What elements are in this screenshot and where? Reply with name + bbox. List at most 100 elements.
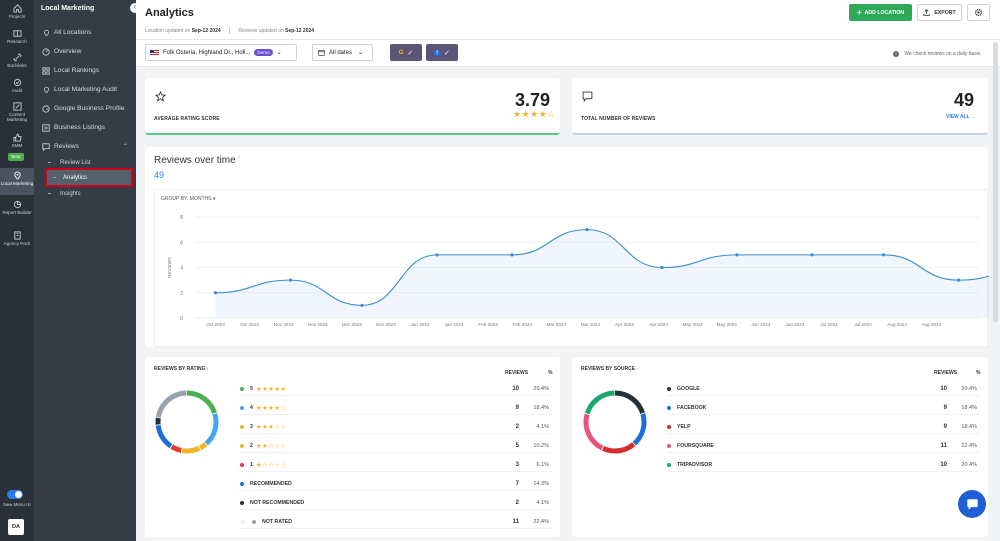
rail-item-smm[interactable]: SMM xyxy=(0,133,34,151)
data-point[interactable] xyxy=(660,265,664,270)
date-range-select[interactable]: All dates ⌄ xyxy=(312,44,373,61)
sidebar-item-local-marketing-audit[interactable]: Local Marketing Audit xyxy=(42,83,134,96)
source-count: 11 xyxy=(940,443,947,449)
y-tick-label: 4 xyxy=(180,266,183,272)
sidebar-item-label: Local Marketing Audit xyxy=(54,86,118,93)
reviews-line-chart: 0 2 4 6 8 REVIEWS Oct 2023 Oct 2023 Nov 2023 Nov … xyxy=(167,215,989,327)
rating-label: 5 xyxy=(250,386,253,392)
data-point[interactable] xyxy=(585,228,589,232)
x-tick-label: Jan 2024 xyxy=(411,322,430,327)
new-menu-toggle[interactable] xyxy=(7,490,23,499)
rating-row: NOT RECOMMENDED 2 4.1% xyxy=(240,497,552,510)
sidebar-subitem-label: Insights xyxy=(60,190,81,197)
legend-dot xyxy=(240,425,244,429)
source-label: FACEBOOK xyxy=(677,405,707,411)
source-row: FOURSQUARE 11 22.4% xyxy=(667,440,980,453)
chart-total-count: 49 xyxy=(154,170,165,180)
rating-label: RECOMMENDED xyxy=(250,481,292,487)
sidebar-item-business-listings[interactable]: Business Listings xyxy=(42,121,134,134)
chat-button[interactable] xyxy=(958,490,986,518)
y-tick-label: 2 xyxy=(180,291,183,297)
location-select[interactable]: Folk Osteria, Highland Dr., Holl... Demo… xyxy=(145,44,297,61)
rail-item-backlinks[interactable]: Backlinks xyxy=(0,53,34,73)
series-area xyxy=(215,229,989,318)
average-rating-stars: ★★★★☆ xyxy=(513,109,556,119)
rail-item-research[interactable]: Research xyxy=(0,29,34,49)
rail-item-report-builder[interactable]: Report Builder xyxy=(0,200,34,226)
main-content: Analytics Location updated on Sep-12 202… xyxy=(136,0,1000,541)
sidebar-item-all-locations[interactable]: All Locations xyxy=(42,26,134,39)
sidebar-item-label: Local Rankings xyxy=(54,67,100,74)
legend-dot xyxy=(240,501,244,505)
sidebar-item-google-business-profile[interactable]: Google Business Profile xyxy=(42,102,134,115)
rating-label: 3 xyxy=(250,424,253,430)
reviews-updated-label: Reviews updated on xyxy=(238,27,284,34)
chevron-down-icon: ⌄ xyxy=(358,50,364,56)
data-point[interactable] xyxy=(810,253,814,257)
export-button[interactable]: EXPORT xyxy=(917,4,962,21)
rating-count: 3 xyxy=(515,462,519,468)
sidebar-subitem-label: Review List xyxy=(60,159,91,166)
gauge-icon xyxy=(42,47,50,56)
sidebar-subitem-analytics[interactable]: Analytics xyxy=(45,168,133,187)
calendar-icon xyxy=(318,50,325,56)
x-tick-label: Aug 2024 xyxy=(921,322,941,327)
sidebar-item-label: Business Listings xyxy=(54,124,105,131)
data-point[interactable] xyxy=(213,291,218,295)
rating-row: RECOMMENDED 7 14.3% xyxy=(240,478,552,491)
data-point[interactable] xyxy=(288,278,293,282)
rail-label: Local Marketing xyxy=(0,181,34,186)
google-source-filter[interactable]: G ✓ xyxy=(390,44,422,61)
chevron-down-icon: ⌄ xyxy=(276,50,282,56)
rail-item-projects[interactable]: Projects xyxy=(0,4,34,24)
x-tick-label: Jun 2024 xyxy=(751,322,770,327)
star-outline-icon: ☆ xyxy=(240,519,247,526)
source-label: TRIPADVISOR xyxy=(677,462,713,468)
view-all-link[interactable]: VIEW ALL → xyxy=(946,114,976,120)
sidebar-item-reviews[interactable]: Reviews ⌃ xyxy=(42,140,134,153)
rail-item-content-marketing[interactable]: Content Marketing xyxy=(0,102,34,128)
legend-dot xyxy=(240,463,244,467)
facebook-source-filter[interactable]: f ✓ xyxy=(426,44,458,61)
data-point[interactable] xyxy=(510,253,514,257)
source-card-title: REVIEWS BY SOURCE i xyxy=(581,366,638,372)
sidebar-item-local-rankings[interactable]: Local Rankings xyxy=(42,64,134,77)
star-rating-icon: ★★★★☆ xyxy=(255,405,287,412)
bullet-icon xyxy=(53,177,56,178)
rail-item-audit[interactable]: Audit xyxy=(0,78,34,98)
secondary-sidebar: Local Marketing ‹ All Locations Overview… xyxy=(34,0,140,541)
data-point[interactable] xyxy=(956,278,961,282)
add-location-button[interactable]: + ADD LOCATION xyxy=(849,4,912,21)
data-point[interactable] xyxy=(735,253,739,257)
bullet-icon xyxy=(48,162,51,163)
source-donut-chart xyxy=(583,390,647,454)
settings-button[interactable] xyxy=(967,4,990,21)
reviews-over-time-card: Reviews over time i 49 GROUP BY: MONTHS … xyxy=(145,147,989,347)
divider xyxy=(229,27,231,34)
source-pct: 20.4% xyxy=(961,386,977,392)
rail-item-local-marketing[interactable]: Local Marketing xyxy=(0,168,34,195)
rail-label: Research xyxy=(7,39,27,44)
data-point[interactable] xyxy=(360,303,364,307)
rail-label: Audit xyxy=(11,88,23,93)
sidebar-item-overview[interactable]: Overview xyxy=(42,45,134,58)
x-tick-label: Jul 2024 xyxy=(854,322,872,327)
grid-icon xyxy=(42,66,50,75)
rail-label: Report Builder xyxy=(2,210,32,215)
edit-icon xyxy=(12,102,22,111)
update-info: Location updated on Sep-12 2024 Reviews … xyxy=(145,27,314,34)
rating-row: 4 ★★★★☆ 9 18.4% xyxy=(240,402,552,415)
beta-badge: Beta xyxy=(8,153,24,161)
x-tick-label: Feb 2024 xyxy=(478,322,498,327)
add-location-label: ADD LOCATION xyxy=(864,9,905,16)
page-scrollbar[interactable] xyxy=(993,42,998,322)
rating-count: 2 xyxy=(515,424,519,430)
avatar[interactable]: DA xyxy=(8,519,24,535)
rating-pct: 18.4% xyxy=(533,405,549,411)
source-pct: 20.4% xyxy=(961,462,977,468)
data-point[interactable] xyxy=(435,253,439,257)
rail-item-agency-pack[interactable]: Agency Pack xyxy=(0,231,34,257)
export-label: EXPORT xyxy=(934,9,956,16)
data-point[interactable] xyxy=(881,253,886,257)
rating-row: 3 ★★★☆☆ 2 4.1% xyxy=(240,421,552,434)
